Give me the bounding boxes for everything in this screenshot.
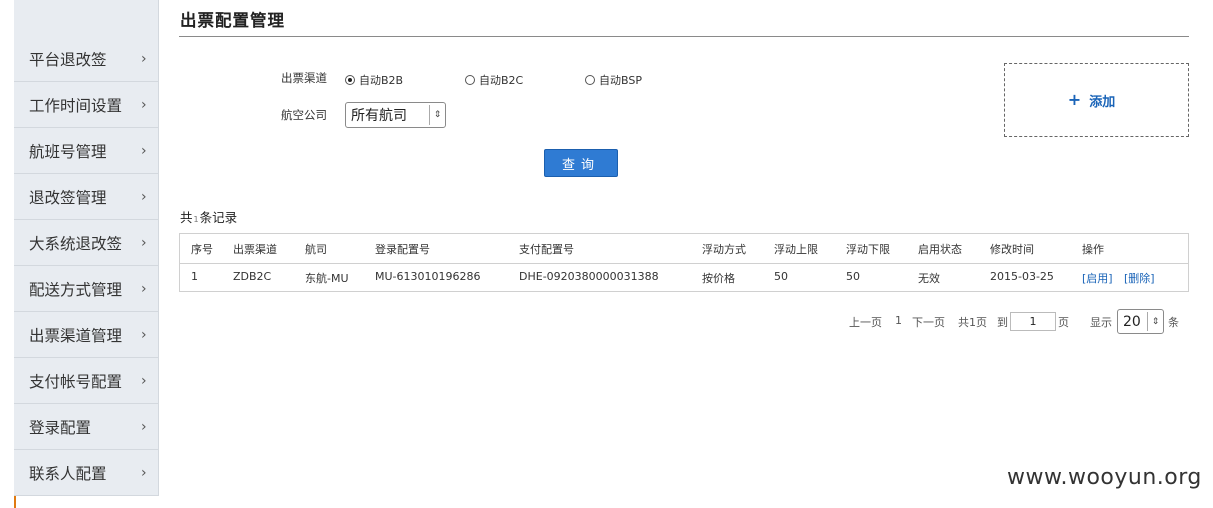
record-count-prefix: 共 <box>180 210 193 225</box>
page-size-select[interactable]: 20 ⇕ <box>1117 309 1164 334</box>
radio-auto-b2c[interactable]: 自动B2C <box>465 72 523 88</box>
radio-unchecked-icon <box>465 75 475 85</box>
record-count-suffix: 条记录 <box>199 210 238 225</box>
watermark: www.wooyun.org <box>1007 465 1202 490</box>
enable-link[interactable]: [启用] <box>1082 270 1113 286</box>
radio-label: 自动B2C <box>479 74 524 87</box>
radio-auto-bsp[interactable]: 自动BSP <box>585 72 642 88</box>
table-header-cell: 操作 <box>1082 243 1104 256</box>
table-header-cell: 启用状态 <box>918 243 962 256</box>
table-header-cell: 登录配置号 <box>375 243 430 256</box>
sidebar-item-refund-mgmt[interactable]: 退改签管理 › <box>14 175 158 220</box>
sidebar-item-label: 平台退改签 <box>29 51 107 69</box>
sidebar-item-login-config[interactable]: 登录配置 › <box>14 405 158 450</box>
sidebar-item-label: 支付帐号配置 <box>29 373 123 391</box>
chevron-right-icon: › <box>141 97 147 113</box>
sidebar-accent-mark <box>14 496 16 508</box>
table-row: 1 ZDB2C 东航-MU MU-613010196286 DHE-092038… <box>180 263 1188 292</box>
sidebar-item-delivery[interactable]: 配送方式管理 › <box>14 267 158 312</box>
cell-float-max: 50 <box>774 270 788 283</box>
config-table: 序号 出票渠道 航司 登录配置号 支付配置号 浮动方式 浮动上限 浮动下限 启用… <box>179 233 1189 292</box>
sidebar-item-label: 登录配置 <box>29 419 92 437</box>
query-button[interactable]: 查询 <box>544 149 618 177</box>
cell-index: 1 <box>191 270 198 283</box>
page-unit-label: 页 <box>1058 316 1069 329</box>
sidebar-item-ticket-channel[interactable]: 出票渠道管理 › <box>14 313 158 358</box>
sidebar: 平台退改签 › 工作时间设置 › 航班号管理 › 退改签管理 › 大系统退改签 … <box>14 0 159 496</box>
total-pages: 共1页 <box>958 316 987 329</box>
radio-label: 自动BSP <box>599 74 642 87</box>
sidebar-item-work-time[interactable]: 工作时间设置 › <box>14 83 158 128</box>
record-count-number: 1 <box>193 215 199 224</box>
title-divider <box>179 36 1189 37</box>
sidebar-item-contact-config[interactable]: 联系人配置 › <box>14 451 158 496</box>
add-button[interactable]: + 添加 <box>1004 63 1189 137</box>
delete-link[interactable]: [删除] <box>1124 270 1155 286</box>
cell-modified: 2015-03-25 <box>990 270 1054 283</box>
chevron-right-icon: › <box>141 373 147 389</box>
goto-page-input[interactable]: 1 <box>1010 312 1056 331</box>
page-size-unit: 条 <box>1168 316 1179 329</box>
chevron-right-icon: › <box>141 465 147 481</box>
add-label: 添加 <box>1089 94 1116 110</box>
radio-checked-icon <box>345 75 355 85</box>
sidebar-item-platform-refund[interactable]: 平台退改签 › <box>14 37 158 82</box>
current-page: 1 <box>895 314 902 327</box>
goto-label: 到 <box>997 316 1008 329</box>
table-header-cell: 航司 <box>305 243 327 256</box>
table-header-cell: 浮动上限 <box>774 243 818 256</box>
sidebar-item-flight-number[interactable]: 航班号管理 › <box>14 129 158 174</box>
sidebar-item-system-refund[interactable]: 大系统退改签 › <box>14 221 158 266</box>
page-title: 出票配置管理 <box>180 11 285 30</box>
chevron-right-icon: › <box>141 189 147 205</box>
select-arrows-icon: ⇕ <box>429 105 445 125</box>
cell-login-id: MU-613010196286 <box>375 270 481 283</box>
page-size-value: 20 <box>1123 313 1141 330</box>
select-arrows-icon: ⇕ <box>1147 312 1163 331</box>
airline-select[interactable]: 所有航司 ⇕ <box>345 102 446 128</box>
chevron-right-icon: › <box>141 143 147 159</box>
table-header-cell: 序号 <box>191 243 213 256</box>
prev-page-link[interactable]: 上一页 <box>849 314 882 330</box>
chevron-right-icon: › <box>141 419 147 435</box>
table-header-cell: 出票渠道 <box>233 243 277 256</box>
cell-status: 无效 <box>918 272 940 285</box>
next-page-link[interactable]: 下一页 <box>912 314 945 330</box>
radio-auto-b2b[interactable]: 自动B2B <box>345 72 403 88</box>
cell-pay-id: DHE-0920380000031388 <box>519 270 659 283</box>
airline-label: 航空公司 <box>281 108 327 122</box>
cell-channel: ZDB2C <box>233 270 272 283</box>
sidebar-item-label: 联系人配置 <box>29 465 107 483</box>
page-size-label: 显示 <box>1090 316 1112 329</box>
radio-label: 自动B2B <box>359 74 404 87</box>
plus-icon: + <box>1067 90 1082 109</box>
sidebar-item-label: 配送方式管理 <box>29 281 123 299</box>
table-header-row: 序号 出票渠道 航司 登录配置号 支付配置号 浮动方式 浮动上限 浮动下限 启用… <box>180 234 1188 264</box>
sidebar-item-label: 大系统退改签 <box>29 235 123 253</box>
table-header-cell: 浮动方式 <box>702 243 746 256</box>
table-header-cell: 修改时间 <box>990 243 1034 256</box>
channel-label: 出票渠道 <box>281 71 327 85</box>
sidebar-item-label: 退改签管理 <box>29 189 107 207</box>
cell-float-min: 50 <box>846 270 860 283</box>
radio-unchecked-icon <box>585 75 595 85</box>
sidebar-item-label: 工作时间设置 <box>29 97 123 115</box>
chevron-right-icon: › <box>141 51 147 67</box>
chevron-right-icon: › <box>141 281 147 297</box>
cell-float-mode: 按价格 <box>702 272 735 285</box>
sidebar-item-payment-account[interactable]: 支付帐号配置 › <box>14 359 158 404</box>
sidebar-item-label: 航班号管理 <box>29 143 107 161</box>
airline-select-value: 所有航司 <box>351 108 407 124</box>
record-count: 共1条记录 <box>180 207 237 226</box>
sidebar-item-label: 出票渠道管理 <box>29 327 123 345</box>
cell-airline: 东航-MU <box>305 272 349 285</box>
chevron-right-icon: › <box>141 235 147 251</box>
table-header-cell: 浮动下限 <box>846 243 890 256</box>
chevron-right-icon: › <box>141 327 147 343</box>
table-header-cell: 支付配置号 <box>519 243 574 256</box>
